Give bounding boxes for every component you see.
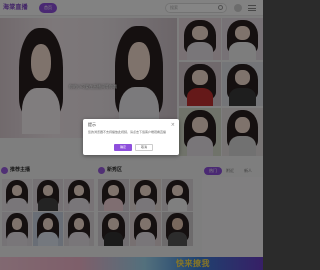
confirm-button[interactable]: 确定 <box>114 144 132 151</box>
dialog-title: 提示 <box>88 122 96 127</box>
notice-dialog: 提示 × 您的浏览器不支持播放此视频，请点击下载客户端观看直播 确定 取消 <box>83 119 179 155</box>
dialog-message: 您的浏览器不支持播放此视频，请点击下载客户端观看直播 <box>88 130 167 134</box>
close-icon[interactable]: × <box>171 122 175 128</box>
cancel-button[interactable]: 取消 <box>135 144 153 151</box>
page: 海棠直播 首页 搜索 你的小可爱在直播间等你哦 推荐主播 新秀区 热门 附近 新… <box>0 0 263 270</box>
